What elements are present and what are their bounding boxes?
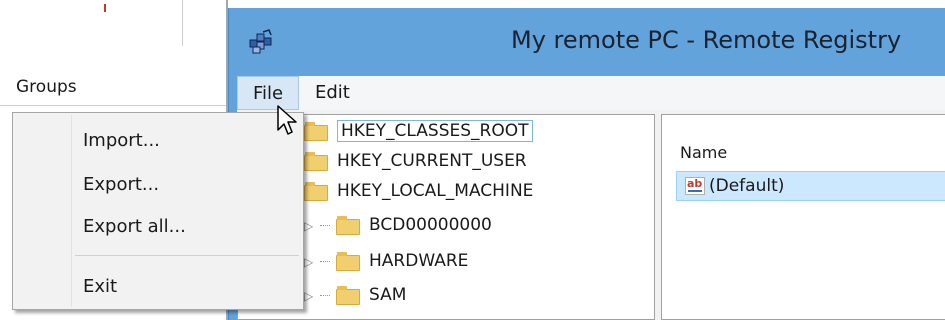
menu-separator <box>75 255 299 256</box>
menu-item-exit[interactable]: Exit <box>83 271 117 303</box>
tree-connector <box>320 224 330 226</box>
tree-connector <box>320 260 330 262</box>
tree-item-sam[interactable]: ▷ SAM <box>304 281 406 309</box>
menu-item-export-all[interactable]: Export all... <box>83 211 186 243</box>
expand-arrow-icon[interactable]: ▷ <box>304 212 314 240</box>
menu-item-export[interactable]: Export... <box>83 169 159 201</box>
mouse-cursor-icon <box>277 105 297 135</box>
red-mark <box>104 4 106 12</box>
tree-item-hkey-current-user[interactable]: HKEY_CURRENT_USER <box>304 147 527 175</box>
tree-item-label: HKEY_CLASSES_ROOT <box>337 120 533 142</box>
title-bar[interactable]: My remote PC - Remote Registry <box>229 8 945 76</box>
registry-values-list: Name ab (Default) <box>661 114 945 320</box>
folder-icon <box>336 285 360 305</box>
file-dropdown-menu: Import... Export... Export all... Exit <box>12 112 304 310</box>
folder-icon <box>304 151 328 171</box>
tree-item-label: HARDWARE <box>369 251 469 271</box>
registry-content: HKEY_CLASSES_ROOT HKEY_CURRENT_USER HKEY… <box>237 110 945 320</box>
tree-item-label: BCD00000000 <box>369 215 492 235</box>
menu-item-import[interactable]: Import... <box>83 125 160 157</box>
folder-icon <box>304 181 328 201</box>
menu-icon-gutter <box>71 115 72 307</box>
expand-arrow-icon[interactable]: ▷ <box>304 248 314 276</box>
tree-item-hkey-classes-root[interactable]: HKEY_CLASSES_ROOT <box>304 117 533 145</box>
folder-icon <box>304 121 328 141</box>
folder-icon <box>336 251 360 271</box>
tree-item-hkey-local-machine[interactable]: HKEY_LOCAL_MACHINE <box>304 177 534 205</box>
registry-app-icon <box>249 29 272 54</box>
remote-registry-window: My remote PC - Remote Registry File Edit… <box>228 8 945 320</box>
expand-arrow-icon[interactable]: ▷ <box>304 282 314 310</box>
groups-header[interactable]: Groups <box>0 68 228 106</box>
window-title: My remote PC - Remote Registry <box>511 26 902 54</box>
tree-item-label: SAM <box>369 285 407 305</box>
string-value-icon: ab <box>685 177 705 195</box>
tree-item-bcd00000000[interactable]: ▷ BCD00000000 <box>304 211 492 239</box>
value-name: (Default) <box>709 176 785 196</box>
column-header-name[interactable]: Name <box>680 143 727 162</box>
background-window-top <box>0 0 228 46</box>
menu-bar: File Edit <box>237 76 945 110</box>
tree-item-hardware[interactable]: ▷ HARDWARE <box>304 247 468 275</box>
tree-item-label: HKEY_LOCAL_MACHINE <box>337 181 534 201</box>
tree-connector <box>320 294 330 296</box>
divider <box>182 0 183 46</box>
tree-item-label: HKEY_CURRENT_USER <box>337 151 527 171</box>
folder-icon <box>336 215 360 235</box>
value-row-default[interactable]: ab (Default) <box>676 171 945 201</box>
menu-edit[interactable]: Edit <box>307 76 358 110</box>
